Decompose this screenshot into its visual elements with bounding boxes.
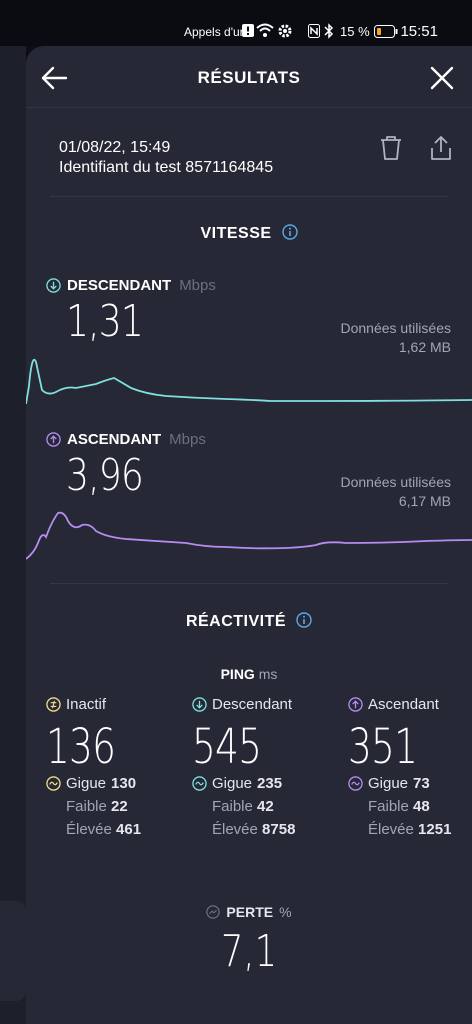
- low-label: Faible: [368, 798, 409, 815]
- high-label: Élevée: [368, 821, 414, 838]
- jitter-icon: [192, 776, 207, 791]
- ping-upload-low: Faible 48: [368, 798, 472, 815]
- background-app-edge: [0, 901, 26, 1001]
- ping-column-idle: Inactif 136 Gigue 130 Faible 22 Élevée 46…: [46, 696, 186, 838]
- ping-label: PING: [220, 666, 255, 682]
- page-title: RÉSULTATS: [197, 68, 301, 87]
- packet-loss-value: 7,1: [220, 926, 277, 977]
- ping-title: PING ms: [26, 666, 472, 682]
- background-app: [0, 46, 26, 1024]
- info-icon[interactable]: [296, 612, 312, 628]
- status-bar: Appels d'ur 15 % 15:51: [0, 0, 472, 46]
- ping-download-header: Descendant: [192, 696, 332, 713]
- upload-data-used-label: Données utilisées: [340, 474, 451, 490]
- download-unit: Mbps: [179, 277, 216, 294]
- ping-download-label: Descendant: [212, 696, 293, 713]
- jitter-label: Gigue: [212, 775, 253, 792]
- jitter-value: 235: [257, 775, 283, 792]
- high-label: Élevée: [212, 821, 258, 838]
- high-value: 1251: [418, 821, 452, 838]
- upload-label: ASCENDANT Mbps: [46, 431, 206, 448]
- high-value: 461: [116, 821, 142, 838]
- results-panel: RÉSULTATS 01/08/22, 15:49 Identifiant du…: [26, 46, 472, 1024]
- low-label: Faible: [212, 798, 253, 815]
- packet-loss-unit: %: [279, 904, 292, 920]
- download-arrow-icon: [46, 278, 61, 293]
- ping-idle-label: Inactif: [66, 696, 107, 713]
- download-value: 1,31: [66, 296, 144, 347]
- header: RÉSULTATS: [26, 46, 472, 108]
- low-value: 42: [257, 798, 274, 815]
- high-value: 8758: [262, 821, 296, 838]
- battery-percent: 15 %: [340, 24, 370, 39]
- speed-title: VITESSE: [200, 225, 272, 242]
- jitter-value: 73: [413, 775, 430, 792]
- ping-upload-header: Ascendant: [348, 696, 472, 713]
- upload-label-text: ASCENDANT: [67, 431, 162, 448]
- low-value: 22: [111, 798, 128, 815]
- low-label: Faible: [66, 798, 107, 815]
- test-id: Identifiant du test 8571164845: [59, 159, 274, 176]
- jitter-label: Gigue: [66, 775, 107, 792]
- download-graph-line: [26, 358, 472, 405]
- ping-column-upload: Ascendant 351 Gigue 73 Faible 48 Élevée 1…: [348, 696, 472, 838]
- upload-graph-line: [26, 511, 472, 560]
- divider: [50, 583, 448, 584]
- responsiveness-section-title: RÉACTIVITÉ: [26, 612, 472, 631]
- ping-idle-low: Faible 22: [66, 798, 186, 815]
- notification-text: Appels d'ur: [184, 25, 244, 39]
- bluetooth-icon: [324, 23, 334, 39]
- speed-section-title: VITESSE: [26, 224, 472, 243]
- download-data-used-label: Données utilisées: [340, 320, 451, 336]
- packet-loss-header: PERTE%: [206, 904, 292, 920]
- upload-arrow-icon: [46, 432, 61, 447]
- packet-loss-label: PERTE: [226, 904, 274, 920]
- close-icon[interactable]: [428, 64, 456, 92]
- ping-idle-high: Élevée 461: [66, 821, 186, 838]
- ping-upload-value: 351: [348, 719, 418, 775]
- jitter-icon: [348, 776, 363, 791]
- ping-upload-high: Élevée 1251: [368, 821, 472, 838]
- trash-icon[interactable]: [378, 134, 404, 162]
- battery-icon: [374, 25, 398, 38]
- ping-download-jitter: Gigue 235: [192, 775, 332, 792]
- ping-upload-label: Ascendant: [368, 696, 439, 713]
- upload-graph: [26, 511, 472, 560]
- divider: [50, 196, 448, 197]
- ping-download-high: Élevée 8758: [212, 821, 332, 838]
- test-meta: 01/08/22, 15:49 Identifiant du test 8571…: [59, 138, 273, 178]
- nfc-icon: [308, 24, 320, 38]
- share-icon[interactable]: [428, 134, 454, 162]
- download-label: DESCENDANT Mbps: [46, 277, 216, 294]
- jitter-icon: [46, 776, 61, 791]
- upload-arrow-icon: [348, 697, 363, 712]
- responsiveness-title: RÉACTIVITÉ: [185, 613, 287, 630]
- download-label-text: DESCENDANT: [67, 277, 172, 294]
- upload-unit: Mbps: [169, 431, 206, 448]
- high-label: Élevée: [66, 821, 112, 838]
- ping-idle-header: Inactif: [46, 696, 186, 713]
- ping-idle-value: 136: [46, 719, 116, 775]
- info-icon[interactable]: [281, 224, 298, 240]
- upload-value: 3,96: [66, 450, 144, 501]
- ping-unit: ms: [258, 666, 278, 682]
- gear-icon: [278, 24, 292, 38]
- download-graph: [26, 358, 472, 405]
- clock: 15:51: [400, 23, 438, 40]
- wifi-icon: [256, 23, 274, 37]
- low-value: 48: [413, 798, 430, 815]
- download-arrow-icon: [192, 697, 207, 712]
- jitter-label: Gigue: [368, 775, 409, 792]
- ping-column-download: Descendant 545 Gigue 235 Faible 42 Élevée…: [192, 696, 332, 838]
- packet-loss: PERTE% 7,1: [26, 904, 472, 977]
- ping-idle-jitter: Gigue 130: [46, 775, 186, 792]
- ping-download-value: 545: [192, 719, 262, 775]
- alert-icon: [242, 24, 254, 37]
- packet-loss-icon: [206, 905, 221, 919]
- jitter-value: 130: [111, 775, 137, 792]
- ping-download-low: Faible 42: [212, 798, 332, 815]
- test-datetime: 01/08/22, 15:49: [59, 139, 171, 156]
- ping-upload-jitter: Gigue 73: [348, 775, 472, 792]
- idle-icon: [46, 697, 61, 712]
